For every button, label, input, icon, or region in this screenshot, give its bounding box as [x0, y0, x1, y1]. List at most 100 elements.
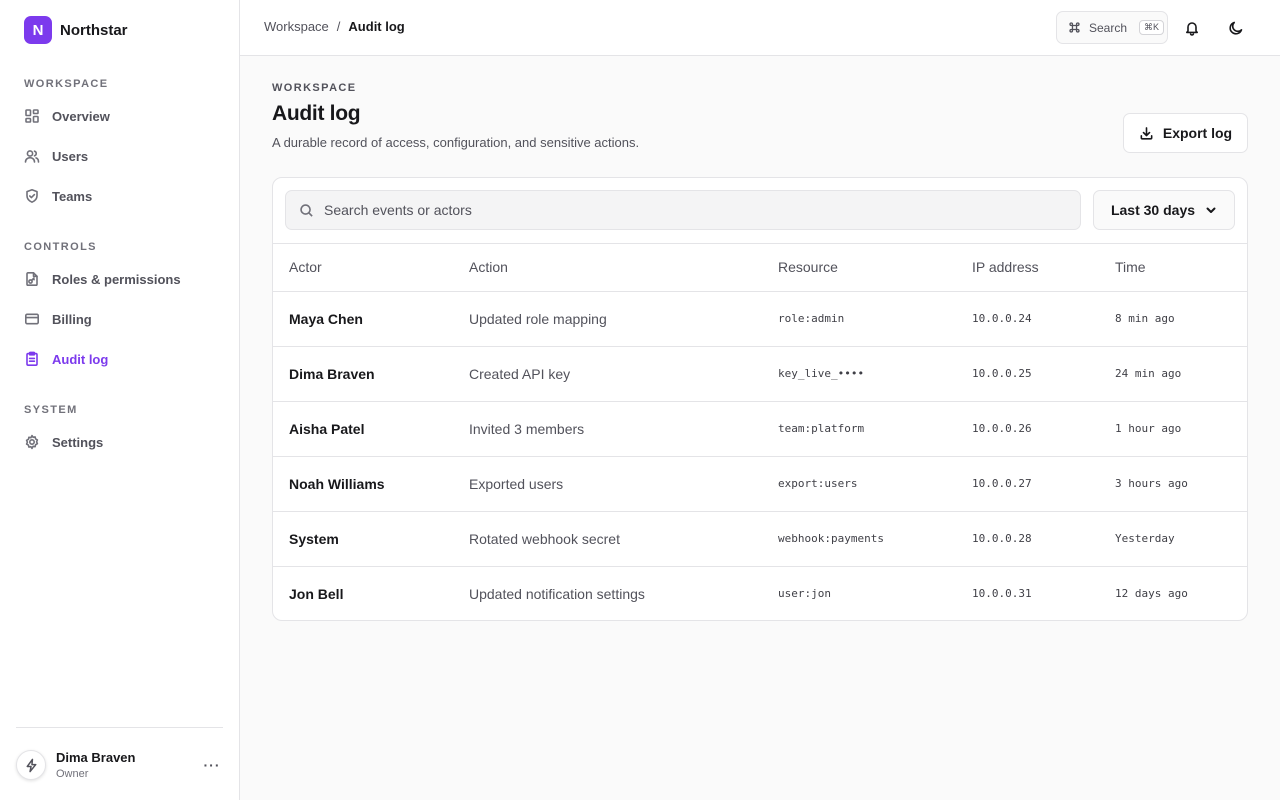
cell-time: 1 hour ago — [1115, 401, 1247, 457]
section-label-workspace: Workspace — [24, 78, 109, 90]
search-icon — [300, 203, 313, 217]
audit-log-card: Last 30 days Actor Action Resource IP ad… — [272, 177, 1248, 621]
sidebar-item-label: Settings — [52, 434, 104, 450]
table-row[interactable]: Jon Bell Updated notification settings u… — [273, 566, 1247, 620]
avatar — [16, 750, 46, 780]
notifications-button[interactable] — [1180, 16, 1204, 40]
cell-time: 24 min ago — [1115, 346, 1247, 402]
table-row[interactable]: System Rotated webhook secret webhook:pa… — [273, 511, 1247, 567]
file-key-icon — [26, 272, 38, 286]
date-range-select[interactable]: Last 30 days — [1093, 190, 1235, 230]
cell-ip-address: 10.0.0.25 — [972, 346, 1115, 402]
sidebar-item-label: Teams — [52, 188, 93, 204]
clipboard-icon — [26, 351, 38, 367]
page-title: Audit log — [272, 102, 361, 125]
page-subtitle: A durable record of access, configuratio… — [272, 135, 640, 150]
sidebar: N Northstar Workspace Overview Users Tea… — [0, 0, 240, 800]
date-range-value: Last 30 days — [1110, 202, 1196, 218]
brand[interactable]: N Northstar — [24, 16, 128, 44]
cell-action: Updated role mapping — [469, 291, 778, 347]
user-role: Owner — [56, 768, 89, 780]
sidebar-item-label: Roles & permissions — [52, 271, 181, 287]
cell-actor: System — [273, 511, 469, 567]
command-icon — [1069, 22, 1080, 33]
cell-resource: key_live_•••• — [778, 346, 972, 402]
sidebar-item-users[interactable]: Users — [16, 139, 224, 173]
global-search-button[interactable]: Search ⌘K — [1056, 11, 1168, 44]
section-label-controls: Controls — [24, 241, 97, 253]
cell-action: Exported users — [469, 456, 778, 512]
column-header-ip-address[interactable]: IP address — [972, 243, 1115, 292]
user-card[interactable]: Dima Braven Owner ··· — [16, 745, 224, 785]
cell-resource: team:platform — [778, 401, 972, 457]
cell-actor: Dima Braven — [273, 346, 469, 402]
column-header-action[interactable]: Action — [469, 243, 778, 292]
column-header-time[interactable]: Time — [1115, 243, 1247, 292]
breadcrumb: Workspace / Audit log — [264, 19, 405, 34]
table-row[interactable]: Dima Braven Created API key key_live_•••… — [273, 346, 1247, 402]
cell-ip-address: 10.0.0.27 — [972, 456, 1115, 512]
sidebar-item-label: Audit log — [52, 351, 109, 367]
sidebar-item-settings[interactable]: Settings — [16, 425, 224, 459]
sidebar-item-roles-permissions[interactable]: Roles & permissions — [16, 262, 224, 296]
column-header-resource[interactable]: Resource — [778, 243, 972, 292]
table-row[interactable]: Aisha Patel Invited 3 members team:platf… — [273, 401, 1247, 457]
sidebar-divider — [16, 727, 223, 728]
sidebar-item-label: Overview — [52, 108, 110, 124]
sidebar-item-audit-log[interactable]: Audit log — [16, 342, 224, 376]
shield-icon — [26, 189, 38, 203]
brand-name: Northstar — [60, 21, 128, 39]
topbar: Workspace / Audit log Search ⌘K — [240, 0, 1280, 56]
bell-icon — [1186, 22, 1198, 36]
table-row[interactable]: Noah Williams Exported users export:user… — [273, 456, 1247, 512]
chevron-down-icon — [1206, 207, 1216, 213]
cell-ip-address: 10.0.0.26 — [972, 401, 1115, 457]
users-icon — [24, 150, 40, 163]
download-icon — [1140, 126, 1153, 140]
user-meta: Dima Braven Owner — [56, 750, 135, 780]
filter-row: Last 30 days — [273, 178, 1247, 244]
cell-time: 3 hours ago — [1115, 456, 1247, 512]
moon-icon — [1229, 21, 1243, 35]
cell-ip-address: 10.0.0.24 — [972, 291, 1115, 347]
bolt-icon — [26, 758, 36, 772]
cell-resource: webhook:payments — [778, 511, 972, 567]
theme-toggle-button[interactable] — [1224, 16, 1248, 40]
cell-ip-address: 10.0.0.31 — [972, 587, 1032, 601]
more-icon[interactable]: ··· — [202, 755, 222, 775]
table-row[interactable]: Maya Chen Updated role mapping role:admi… — [273, 291, 1247, 347]
sidebar-item-billing[interactable]: Billing — [16, 302, 224, 336]
search-field[interactable] — [285, 190, 1081, 230]
breadcrumb-item-current: Audit log — [348, 19, 405, 34]
audit-log-table: Actor Action Resource IP address Time Ma… — [273, 243, 1247, 620]
cell-actor: Maya Chen — [273, 291, 469, 347]
cell-action: Updated notification settings — [469, 585, 645, 602]
breadcrumb-item-workspace[interactable]: Workspace — [264, 19, 329, 34]
cell-resource: user:jon — [778, 587, 831, 601]
page-eyebrow: WORKSPACE — [272, 82, 357, 94]
breadcrumb-separator: / — [336, 19, 341, 34]
section-label-system: System — [24, 404, 78, 416]
cell-time: Yesterday — [1115, 511, 1247, 567]
search-input[interactable] — [324, 202, 1024, 218]
sidebar-item-label: Billing — [52, 311, 92, 327]
cell-ip-address: 10.0.0.28 — [972, 511, 1115, 567]
cell-time: 8 min ago — [1115, 291, 1247, 347]
sidebar-item-teams[interactable]: Teams — [16, 179, 224, 213]
cell-resource: role:admin — [778, 291, 972, 347]
table-header-row: Actor Action Resource IP address Time — [273, 243, 1247, 292]
sidebar-item-label: Users — [52, 148, 89, 164]
grid-icon — [25, 109, 39, 123]
global-search-label: Search — [1089, 20, 1128, 35]
cell-actor: Aisha Patel — [273, 401, 469, 457]
export-log-button[interactable]: Export log — [1123, 113, 1248, 153]
column-header-actor[interactable]: Actor — [273, 243, 469, 292]
cell-actor: Jon Bell — [289, 585, 344, 602]
user-name: Dima Braven — [56, 750, 136, 765]
cell-action: Rotated webhook secret — [469, 511, 778, 567]
search-shortcut-badge: ⌘K — [1139, 20, 1165, 35]
cell-actor: Noah Williams — [273, 456, 469, 512]
brand-logo: N — [24, 16, 52, 44]
credit-card-icon — [24, 313, 39, 325]
sidebar-item-overview[interactable]: Overview — [16, 99, 224, 133]
